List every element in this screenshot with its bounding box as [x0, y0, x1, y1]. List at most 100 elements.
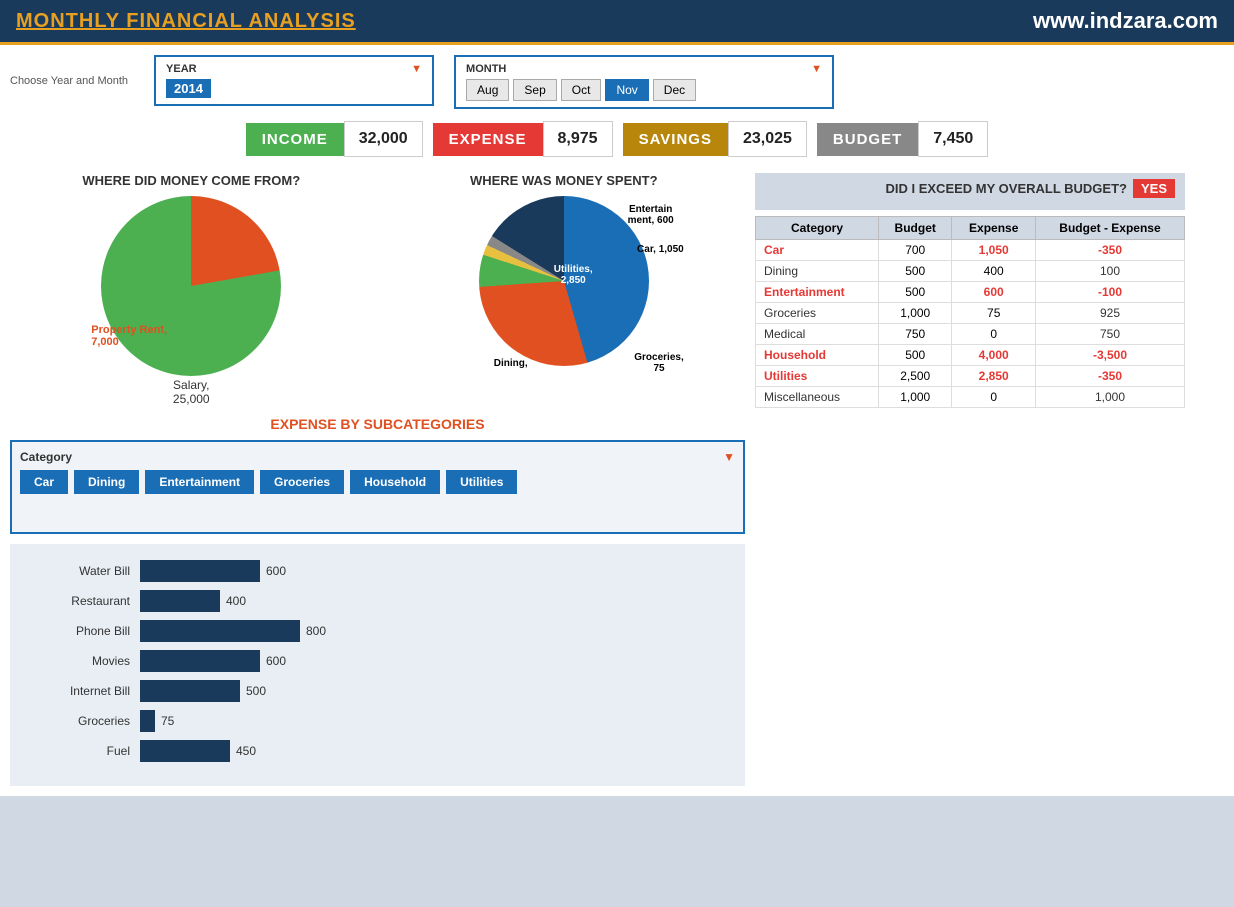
header: MONTHLY FINANCIAL ANALYSIS www.indzara.c…: [0, 0, 1234, 45]
row-category: Medical: [756, 324, 879, 345]
budget-question: DID I EXCEED MY OVERALL BUDGET? YES: [765, 179, 1175, 198]
row-category: Miscellaneous: [756, 387, 879, 408]
row-budget: 500: [878, 261, 951, 282]
expense-entertainment-label: Entertainment, 600: [628, 204, 674, 226]
bar-row: Internet Bill 500: [30, 680, 725, 702]
row-diff: -100: [1035, 282, 1184, 303]
month-dec[interactable]: Dec: [653, 79, 696, 101]
bar-track: 75: [140, 710, 725, 732]
choose-label: Choose Year and Month: [10, 55, 134, 87]
row-category: Groceries: [756, 303, 879, 324]
savings-value: 23,025: [728, 121, 807, 157]
bar-track: 400: [140, 590, 725, 612]
bar-value: 800: [306, 624, 326, 638]
expense-chart-title: WHERE WAS MONEY SPENT?: [383, 173, 746, 188]
charts-section: WHERE DID MONEY COME FROM? Property Rent…: [10, 173, 745, 406]
year-value[interactable]: 2014: [166, 79, 211, 98]
summary-row: INCOME 32,000 EXPENSE 8,975 SAVINGS 23,0…: [10, 121, 1224, 157]
savings-label: SAVINGS: [623, 123, 728, 156]
income-pie: [101, 196, 281, 376]
row-budget: 2,500: [878, 366, 951, 387]
row-category: Utilities: [756, 366, 879, 387]
bar-label: Movies: [30, 654, 130, 668]
bar-track: 450: [140, 740, 725, 762]
cat-entertainment[interactable]: Entertainment: [145, 470, 254, 494]
row-budget: 1,000: [878, 303, 951, 324]
cat-car[interactable]: Car: [20, 470, 68, 494]
bar-value: 600: [266, 654, 286, 668]
expense-chart: WHERE WAS MONEY SPENT? Entertainment, 60…: [383, 173, 746, 406]
expense-pie: [479, 196, 649, 366]
bar-row: Groceries 75: [30, 710, 725, 732]
category-filter-icon[interactable]: ▼: [723, 450, 735, 464]
bar-row: Fuel 450: [30, 740, 725, 762]
bar-value: 400: [226, 594, 246, 608]
expense-label: EXPENSE: [433, 123, 543, 156]
month-buttons: Aug Sep Oct Nov Dec: [466, 79, 822, 101]
content-row: WHERE DID MONEY COME FROM? Property Rent…: [10, 173, 1224, 786]
row-budget: 700: [878, 240, 951, 261]
row-expense: 2,850: [952, 366, 1036, 387]
bar-chart: Water Bill 600 Restaurant 400 Phone Bill…: [30, 560, 725, 762]
row-budget: 500: [878, 345, 951, 366]
bar-fill: [140, 590, 220, 612]
bar-label: Groceries: [30, 714, 130, 728]
budget-value: 7,450: [918, 121, 988, 157]
subcategories-section: EXPENSE BY SUBCATEGORIES Category ▼ Car …: [10, 416, 745, 534]
bar-row: Water Bill 600: [30, 560, 725, 582]
savings-card: SAVINGS 23,025: [623, 121, 807, 157]
table-row: Miscellaneous 1,000 0 1,000: [756, 387, 1185, 408]
year-selector: YEAR ▼ 2014: [154, 55, 434, 106]
month-nov[interactable]: Nov: [605, 79, 648, 101]
budget-table-body: Car 700 1,050 -350 Dining 500 400 100 En…: [756, 240, 1185, 408]
row-expense: 0: [952, 324, 1036, 345]
col-expense: Expense: [952, 217, 1036, 240]
row-diff: 750: [1035, 324, 1184, 345]
bar-value: 600: [266, 564, 286, 578]
bar-label: Fuel: [30, 744, 130, 758]
income-legend-salary: Salary,25,000: [81, 378, 301, 406]
cat-groceries[interactable]: Groceries: [260, 470, 344, 494]
income-label: INCOME: [246, 123, 344, 156]
month-sep[interactable]: Sep: [513, 79, 556, 101]
budget-question-text: DID I EXCEED MY OVERALL BUDGET?: [885, 181, 1127, 196]
table-row: Entertainment 500 600 -100: [756, 282, 1185, 303]
bar-row: Restaurant 400: [30, 590, 725, 612]
cat-dining[interactable]: Dining: [74, 470, 139, 494]
table-row: Groceries 1,000 75 925: [756, 303, 1185, 324]
bar-chart-section: Water Bill 600 Restaurant 400 Phone Bill…: [10, 544, 745, 786]
budget-card: BUDGET 7,450: [817, 121, 988, 157]
row-diff: -350: [1035, 240, 1184, 261]
col-diff: Budget - Expense: [1035, 217, 1184, 240]
bar-track: 500: [140, 680, 725, 702]
income-pie-wrapper: Property Rent,7,000 Salary,25,000: [81, 196, 301, 406]
row-expense: 0: [952, 387, 1036, 408]
row-category: Household: [756, 345, 879, 366]
expense-dining-label: Dining,: [494, 358, 528, 369]
bar-value: 450: [236, 744, 256, 758]
bar-value: 500: [246, 684, 266, 698]
bar-fill: [140, 680, 240, 702]
bar-label: Phone Bill: [30, 624, 130, 638]
bar-row: Phone Bill 800: [30, 620, 725, 642]
table-row: Utilities 2,500 2,850 -350: [756, 366, 1185, 387]
month-aug[interactable]: Aug: [466, 79, 509, 101]
row-diff: 925: [1035, 303, 1184, 324]
month-filter-icon[interactable]: ▼: [811, 63, 822, 75]
table-row: Household 500 4,000 -3,500: [756, 345, 1185, 366]
category-filter-box: Category ▼ Car Dining Entertainment Groc…: [10, 440, 745, 534]
month-label: MONTH ▼: [466, 63, 822, 75]
bar-fill: [140, 710, 155, 732]
bar-label: Restaurant: [30, 594, 130, 608]
month-oct[interactable]: Oct: [561, 79, 602, 101]
year-label: YEAR ▼: [166, 63, 422, 75]
bar-fill: [140, 740, 230, 762]
cat-utilities[interactable]: Utilities: [446, 470, 517, 494]
bar-row: Movies 600: [30, 650, 725, 672]
cat-household[interactable]: Household: [350, 470, 440, 494]
year-filter-icon[interactable]: ▼: [411, 63, 422, 75]
table-row: Car 700 1,050 -350: [756, 240, 1185, 261]
bar-track: 800: [140, 620, 725, 642]
bar-fill: [140, 560, 260, 582]
row-diff: -350: [1035, 366, 1184, 387]
